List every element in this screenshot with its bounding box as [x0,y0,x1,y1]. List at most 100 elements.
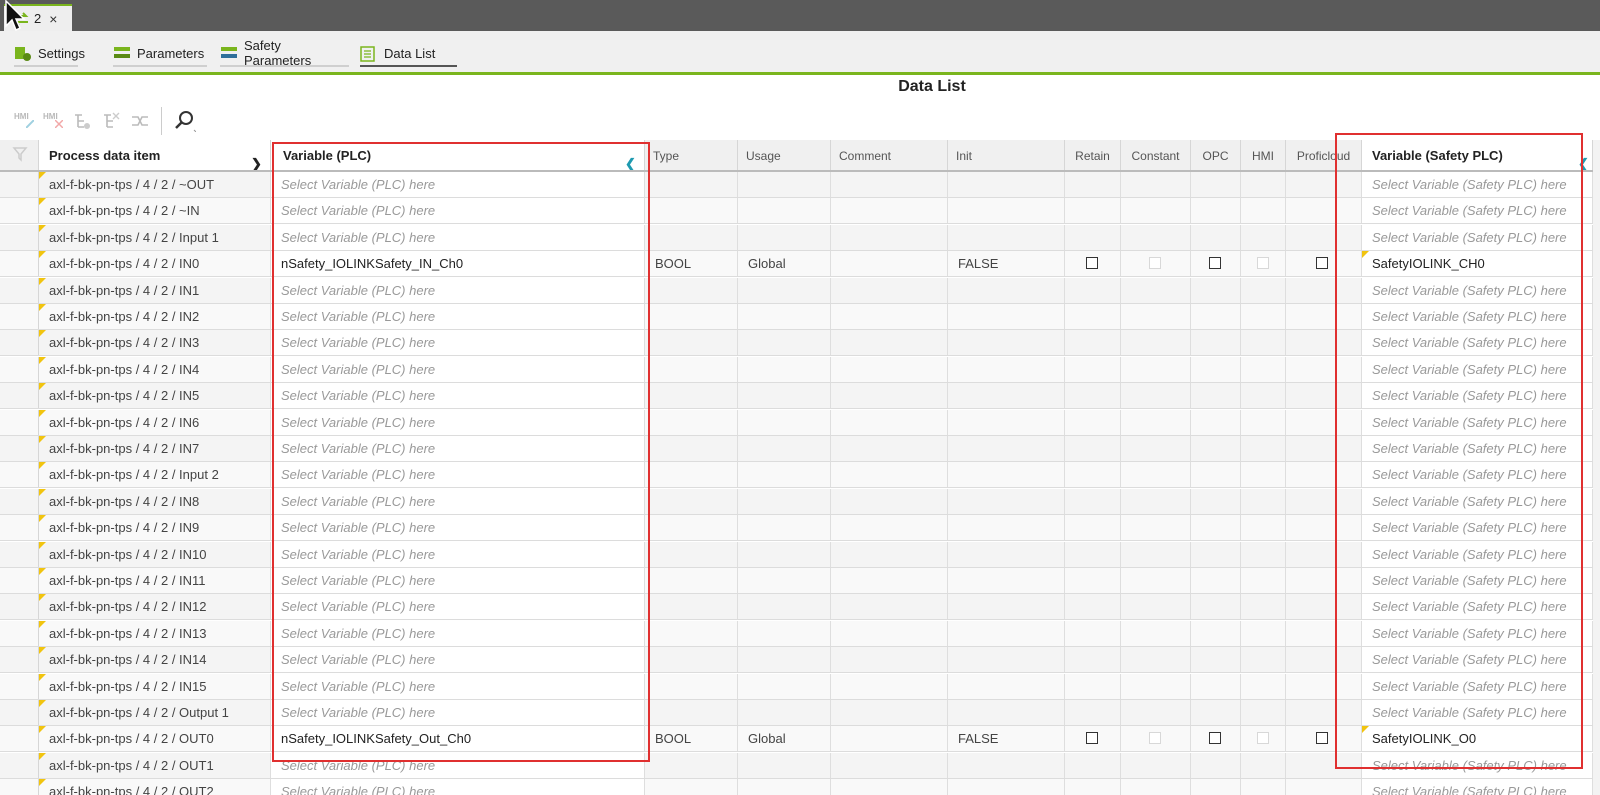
comment-cell[interactable] [831,541,948,567]
type-cell[interactable] [645,409,738,435]
col-proficloud[interactable]: Proficloud [1286,140,1362,170]
usage-cell[interactable] [738,673,831,699]
proficloud-cell[interactable] [1286,515,1362,541]
usage-cell[interactable] [738,620,831,646]
constant-cell[interactable] [1121,462,1191,488]
variable-plc-cell[interactable]: Select Variable (PLC) here [271,752,645,778]
type-cell[interactable] [645,779,738,795]
variable-safety-plc-cell[interactable]: Select Variable (Safety PLC) here [1362,673,1593,699]
proficloud-cell[interactable] [1286,383,1362,409]
variable-plc-cell[interactable]: Select Variable (PLC) here [271,198,645,224]
type-cell[interactable] [645,277,738,303]
row-header[interactable] [0,594,39,620]
process-data-item-cell[interactable]: axl-f-bk-pn-tps / 4 / 2 / IN3 [39,330,271,356]
hmi-cell[interactable] [1241,198,1286,224]
col-init[interactable]: Init [948,140,1065,170]
tab-safety-parameters[interactable]: Safety Parameters [220,38,349,68]
proficloud-cell[interactable] [1286,726,1362,752]
process-data-item-cell[interactable]: axl-f-bk-pn-tps / 4 / 2 / IN7 [39,436,271,461]
type-cell[interactable] [645,304,738,329]
variable-safety-plc-cell[interactable]: Select Variable (Safety PLC) here [1362,488,1593,514]
table-row[interactable]: axl-f-bk-pn-tps / 4 / 2 / Input 1 Select … [0,224,1600,251]
variable-plc-cell[interactable]: nSafety_IOLINKSafety_IN_Ch0 [271,251,645,277]
comment-cell[interactable] [831,383,948,409]
table-row[interactable]: axl-f-bk-pn-tps / 4 / 2 / IN1 Select Vari… [0,277,1600,304]
init-cell[interactable] [948,356,1065,382]
table-row[interactable]: axl-f-bk-pn-tps / 4 / 2 / IN2 Select Vari… [0,304,1600,330]
variable-plc-cell[interactable]: Select Variable (PLC) here [271,541,645,567]
retain-cell[interactable] [1065,436,1121,461]
proficloud-cell[interactable] [1286,620,1362,646]
tab-settings[interactable]: Settings [14,41,85,67]
type-cell[interactable] [645,568,738,593]
variable-plc-cell[interactable]: Select Variable (PLC) here [271,356,645,382]
row-header[interactable] [0,409,39,435]
retain-cell[interactable] [1065,304,1121,329]
row-header-corner[interactable] [0,140,39,170]
retain-cell[interactable] [1065,172,1121,197]
row-header[interactable] [0,224,39,250]
init-cell[interactable] [948,277,1065,303]
usage-cell[interactable] [738,330,831,356]
opc-cell[interactable] [1191,700,1241,725]
opc-cell[interactable] [1191,779,1241,795]
row-header[interactable] [0,726,39,752]
process-data-item-cell[interactable]: axl-f-bk-pn-tps / 4 / 2 / IN12 [39,594,271,620]
row-header[interactable] [0,356,39,382]
variable-plc-cell[interactable]: Select Variable (PLC) here [271,515,645,541]
process-data-item-cell[interactable]: axl-f-bk-pn-tps / 4 / 2 / Output 1 [39,700,271,725]
variable-safety-plc-cell[interactable]: Select Variable (Safety PLC) here [1362,541,1593,567]
constant-cell[interactable] [1121,198,1191,224]
retain-cell[interactable] [1065,700,1121,725]
expand-right-icon[interactable]: ❯ [251,148,262,170]
proficloud-cell[interactable] [1286,752,1362,778]
table-row[interactable]: axl-f-bk-pn-tps / 4 / 2 / Input 2 Select … [0,462,1600,489]
proficloud-cell[interactable] [1286,251,1362,277]
variable-safety-plc-cell[interactable]: Select Variable (Safety PLC) here [1362,779,1593,795]
init-cell[interactable] [948,515,1065,541]
variable-plc-cell[interactable]: Select Variable (PLC) here [271,224,645,250]
table-row[interactable]: axl-f-bk-pn-tps / 4 / 2 / OUT1 Select Var… [0,752,1600,779]
opc-cell[interactable] [1191,647,1241,673]
row-header[interactable] [0,568,39,593]
variable-plc-cell[interactable]: nSafety_IOLINKSafety_Out_Ch0 [271,726,645,752]
proficloud-cell[interactable] [1286,224,1362,250]
remove-variable-button[interactable] [101,112,121,130]
opc-cell[interactable] [1191,304,1241,329]
table-row[interactable]: axl-f-bk-pn-tps / 4 / 2 / ~IN Select Vari… [0,198,1600,225]
usage-cell[interactable] [738,594,831,620]
retain-cell[interactable] [1065,462,1121,488]
retain-cell[interactable] [1065,647,1121,673]
vertical-scrollbar[interactable] [1593,140,1600,795]
type-cell[interactable]: BOOL [645,726,738,752]
variable-safety-plc-cell[interactable]: Select Variable (Safety PLC) here [1362,700,1593,725]
proficloud-cell[interactable] [1286,568,1362,593]
remove-hmi-button[interactable]: HMI [43,112,63,130]
process-data-item-cell[interactable]: axl-f-bk-pn-tps / 4 / 2 / IN5 [39,383,271,409]
constant-cell[interactable] [1121,172,1191,197]
hmi-cell[interactable] [1241,779,1286,795]
table-row[interactable]: axl-f-bk-pn-tps / 4 / 2 / OUT0 nSafety_IO… [0,726,1600,753]
type-cell[interactable] [645,620,738,646]
type-cell[interactable]: BOOL [645,251,738,277]
process-data-item-cell[interactable]: axl-f-bk-pn-tps / 4 / 2 / ~OUT [39,172,271,197]
type-cell[interactable] [645,647,738,673]
init-cell[interactable] [948,779,1065,795]
hmi-cell[interactable] [1241,409,1286,435]
hmi-cell[interactable] [1241,541,1286,567]
opc-cell[interactable] [1191,409,1241,435]
process-data-item-cell[interactable]: axl-f-bk-pn-tps / 4 / 2 / IN4 [39,356,271,382]
type-cell[interactable] [645,488,738,514]
usage-cell[interactable] [738,752,831,778]
variable-safety-plc-cell[interactable]: Select Variable (Safety PLC) here [1362,515,1593,541]
type-cell[interactable] [645,198,738,224]
proficloud-cell[interactable] [1286,700,1362,725]
init-cell[interactable] [948,568,1065,593]
assign-hmi-button[interactable]: HMI [14,112,34,130]
variable-safety-plc-cell[interactable]: Select Variable (Safety PLC) here [1362,304,1593,329]
variable-safety-plc-cell[interactable]: Select Variable (Safety PLC) here [1362,436,1593,461]
comment-cell[interactable] [831,356,948,382]
proficloud-cell[interactable] [1286,304,1362,329]
process-data-item-cell[interactable]: axl-f-bk-pn-tps / 4 / 2 / IN2 [39,304,271,329]
retain-cell[interactable] [1065,779,1121,795]
